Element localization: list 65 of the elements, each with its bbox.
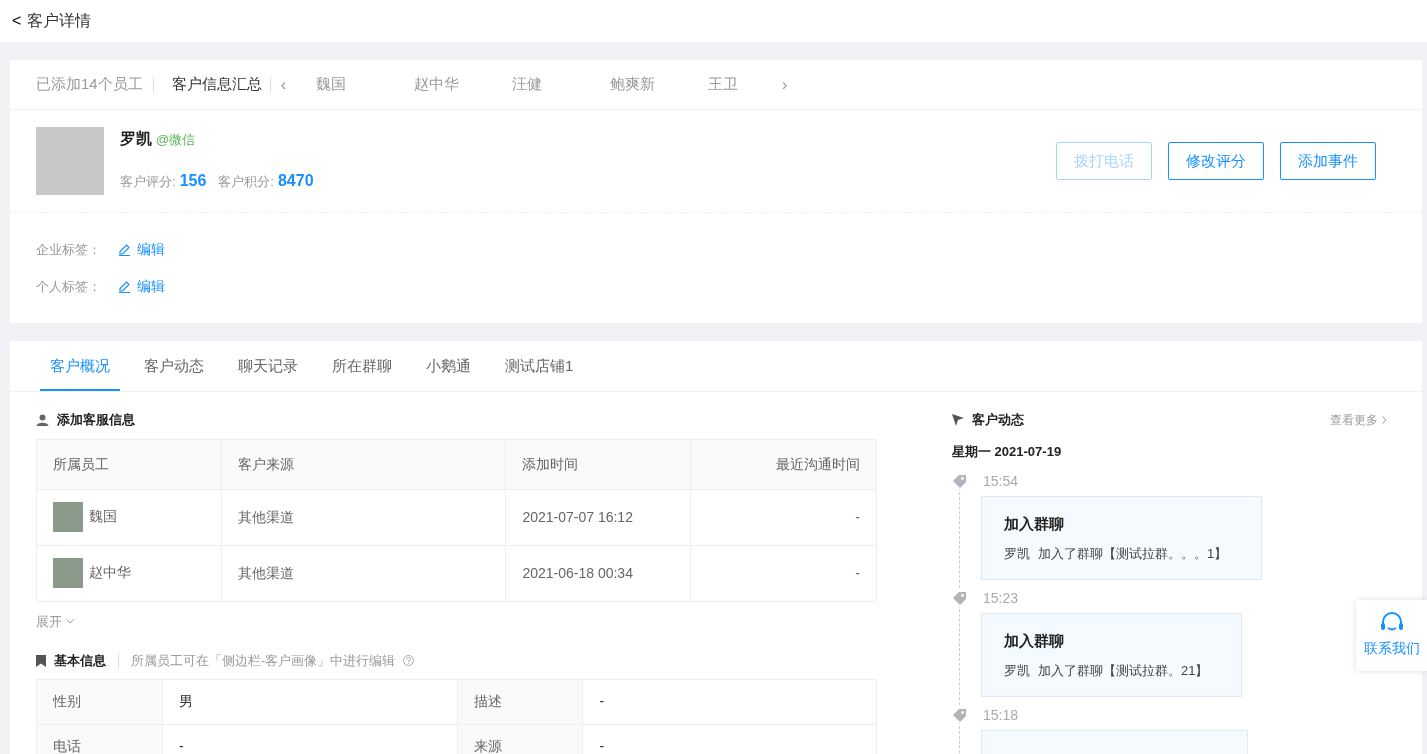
event-time: 15:23 (983, 589, 1019, 608)
field-label: 描述 (473, 693, 502, 709)
staff-name: 赵中华 (89, 563, 131, 580)
staff-name: 魏国 (89, 507, 117, 524)
tab[interactable]: 测试店铺1 (495, 354, 584, 391)
tab[interactable]: 小鹅通 (416, 354, 481, 391)
contact-button[interactable]: 联系我们 (1356, 600, 1427, 671)
table-cell: 其他渠道 (237, 508, 294, 525)
edit-link[interactable]: 编辑 (118, 276, 165, 297)
field-label: 性别 (53, 693, 81, 709)
more-link[interactable]: 查看更多 (1330, 410, 1387, 429)
points-value: 8470 (277, 171, 314, 191)
expand-link[interactable]: 展开 (36, 611, 74, 631)
source-label: @微信 (156, 131, 196, 149)
tab[interactable]: 聊天记录 (228, 354, 308, 391)
points-label: 客户积分: (218, 173, 274, 191)
tag-label: 个人标签： (36, 277, 102, 296)
tab[interactable]: 客户概况 (40, 354, 120, 391)
action-button[interactable]: 修改评分 (1168, 142, 1264, 180)
score-value: 156 (179, 171, 207, 191)
field-label: 来源 (473, 738, 502, 754)
event-time: 15:54 (983, 472, 1019, 491)
next-button[interactable]: › (776, 72, 794, 97)
staff-count: 已添加14个员工 (36, 74, 143, 95)
column-header: 添加时间 (505, 439, 691, 489)
event-title: 加入群聊 (1004, 514, 1065, 534)
section-hint: 所属员工可在「侧边栏-客户画像」中进行编辑 (131, 652, 396, 670)
field-value: 男 (178, 693, 193, 709)
tab[interactable]: 客户动态 (134, 354, 214, 391)
table-cell: - (855, 508, 860, 525)
column-header: 最近沟通时间 (690, 439, 877, 489)
date-heading: 星期一 2021-07-19 (952, 442, 1063, 461)
event-time: 15:18 (983, 706, 1019, 725)
column-header: 所属员工 (36, 439, 222, 489)
summary-tab[interactable]: 客户信息汇总 (163, 73, 270, 96)
back-button[interactable]: < (12, 9, 22, 33)
tag-label: 企业标签： (36, 240, 102, 259)
event-text: 加入了群聊【测试拉群。。。1】 (1038, 544, 1228, 563)
field-value: - (599, 693, 605, 709)
field-value: - (599, 738, 605, 754)
staff-tab[interactable]: 鲍爽新 (610, 73, 708, 96)
field-value: - (178, 738, 184, 754)
customer-name: 罗凯 (120, 129, 152, 149)
event-actor: 罗凯 (1004, 544, 1030, 563)
edit-link[interactable]: 编辑 (118, 239, 165, 260)
tab[interactable]: 所在群聊 (322, 354, 402, 391)
staff-tab[interactable]: 赵中华 (414, 73, 512, 96)
field-label: 电话 (53, 738, 81, 754)
event-title: 加入群聊 (1004, 631, 1065, 651)
previous-button[interactable]: ‹ (274, 72, 292, 97)
action-button[interactable]: 添加事件 (1280, 142, 1376, 180)
section-title: 客户动态 (972, 411, 1024, 429)
section-title: 添加客服信息 (57, 411, 135, 429)
staff-tab[interactable]: 汪健 (512, 73, 610, 96)
event-text: 加入了群聊【测试拉群。21】 (1038, 661, 1209, 680)
score-label: 客户评分: (120, 173, 176, 191)
table-cell: 2021-06-18 00:34 (522, 564, 633, 581)
page-title: 客户详情 (27, 11, 92, 31)
table-cell: 其他渠道 (237, 564, 294, 581)
column-header: 客户来源 (221, 439, 506, 489)
staff-tab[interactable]: 魏国 (316, 73, 414, 96)
table-cell: - (855, 564, 860, 581)
table-cell: 2021-07-07 16:12 (522, 508, 633, 525)
section-title: 基本信息 (54, 652, 106, 670)
event-actor: 罗凯 (1004, 661, 1030, 680)
